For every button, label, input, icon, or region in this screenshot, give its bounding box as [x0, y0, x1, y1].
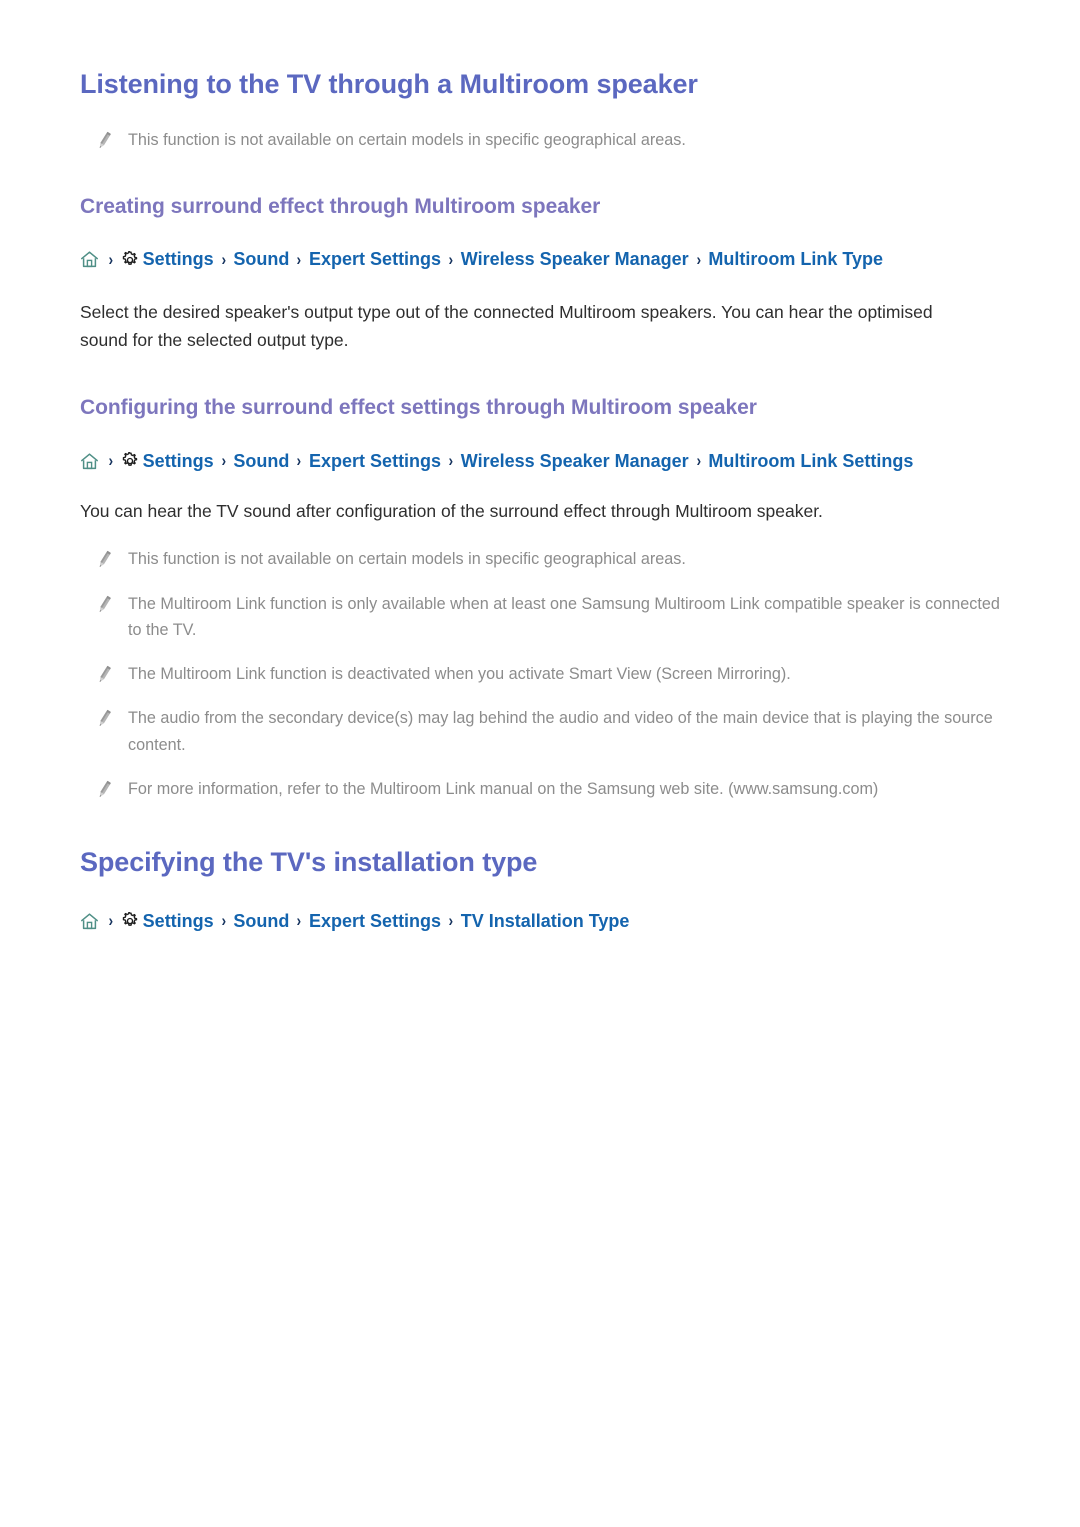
note-item: The Multiroom Link function is only avai…	[80, 591, 1000, 643]
note-text: For more information, refer to the Multi…	[128, 779, 879, 798]
note-item: The audio from the secondary device(s) m…	[80, 705, 1000, 757]
chevron-right-icon: ›	[108, 451, 114, 471]
page-title-tv-installation-type: Specifying the TV's installation type	[80, 847, 538, 878]
breadcrumb-item-sound[interactable]: Sound	[233, 450, 289, 473]
breadcrumb-item-wireless-speaker-manager[interactable]: Wireless Speaker Manager	[461, 450, 689, 473]
chevron-right-icon: ›	[221, 249, 226, 269]
chevron-right-icon: ›	[696, 249, 701, 269]
note-text: The Multiroom Link function is deactivat…	[128, 665, 791, 684]
chevron-right-icon: ›	[448, 249, 454, 269]
breadcrumb-item-settings[interactable]: Settings	[143, 910, 214, 933]
note-list: This function is not available on certai…	[80, 546, 1000, 802]
top-spacer	[80, 0, 1000, 68]
paragraph-multiroom-link-settings: You can hear the TV sound after configur…	[80, 501, 823, 522]
chevron-right-icon: ›	[108, 911, 114, 931]
note-item: This function is not available on certai…	[80, 546, 1000, 572]
paragraph-multiroom-link-type: Select the desired speaker's output type…	[80, 301, 933, 351]
note-text: The audio from the secondary device(s) m…	[128, 709, 993, 754]
breadcrumb-item-multiroom-link-type[interactable]: Multiroom Link Type	[708, 248, 883, 271]
pencil-icon	[94, 594, 114, 616]
breadcrumb-item-expert-settings[interactable]: Expert Settings	[309, 910, 441, 933]
note-item: For more information, refer to the Multi…	[80, 776, 1000, 802]
chevron-right-icon: ›	[448, 451, 454, 471]
pencil-icon	[94, 664, 114, 686]
note-item: This function is not available on certai…	[80, 127, 1000, 153]
home-icon[interactable]	[80, 452, 99, 471]
breadcrumb-item-settings[interactable]: Settings	[143, 450, 214, 473]
pencil-icon	[94, 130, 114, 152]
note-text: The Multiroom Link function is only avai…	[128, 594, 1000, 639]
home-icon[interactable]	[80, 250, 99, 269]
chevron-right-icon: ›	[296, 451, 302, 471]
chevron-right-icon: ›	[696, 451, 701, 471]
breadcrumb-multiroom-link-settings[interactable]: › Settings › Sound › Expert Settings › W…	[80, 450, 1000, 473]
breadcrumb-multiroom-link-type[interactable]: › Settings › Sound › Expert Settings › W…	[80, 248, 1000, 271]
chevron-right-icon: ›	[448, 911, 454, 931]
breadcrumb-item-expert-settings[interactable]: Expert Settings	[309, 450, 441, 473]
note-text: This function is not available on certai…	[128, 130, 686, 149]
pencil-icon	[94, 779, 114, 801]
chevron-right-icon: ›	[221, 911, 226, 931]
section-title-configuring-surround-effect-settings: Configuring the surround effect settings…	[80, 396, 757, 420]
note-text: This function is not available on certai…	[128, 550, 686, 569]
manual-page: Listening to the TV through a Multiroom …	[0, 0, 1080, 1527]
breadcrumb-item-multiroom-link-settings[interactable]: Multiroom Link Settings	[708, 450, 913, 473]
chevron-right-icon: ›	[296, 911, 302, 931]
pencil-icon	[94, 549, 114, 571]
gear-icon[interactable]	[121, 452, 139, 470]
breadcrumb-item-settings[interactable]: Settings	[143, 248, 214, 271]
chevron-right-icon: ›	[296, 249, 302, 269]
breadcrumb-item-sound[interactable]: Sound	[233, 248, 289, 271]
gear-icon[interactable]	[121, 250, 139, 269]
section-title-creating-surround-effect: Creating surround effect through Multiro…	[80, 194, 601, 218]
breadcrumb-item-expert-settings[interactable]: Expert Settings	[309, 248, 441, 271]
breadcrumb-item-wireless-speaker-manager[interactable]: Wireless Speaker Manager	[461, 248, 689, 271]
gear-icon[interactable]	[121, 912, 139, 930]
breadcrumb-tv-installation-type[interactable]: › Settings › Sound › Expert Settings › T…	[80, 910, 1000, 933]
note-item: The Multiroom Link function is deactivat…	[80, 661, 1000, 687]
home-icon[interactable]	[80, 912, 99, 931]
breadcrumb-item-sound[interactable]: Sound	[233, 910, 289, 933]
pencil-icon	[94, 708, 114, 730]
page-title-multiroom-speaker: Listening to the TV through a Multiroom …	[80, 69, 698, 99]
breadcrumb-item-tv-installation-type[interactable]: TV Installation Type	[461, 910, 630, 933]
chevron-right-icon: ›	[108, 249, 114, 269]
chevron-right-icon: ›	[221, 451, 226, 471]
